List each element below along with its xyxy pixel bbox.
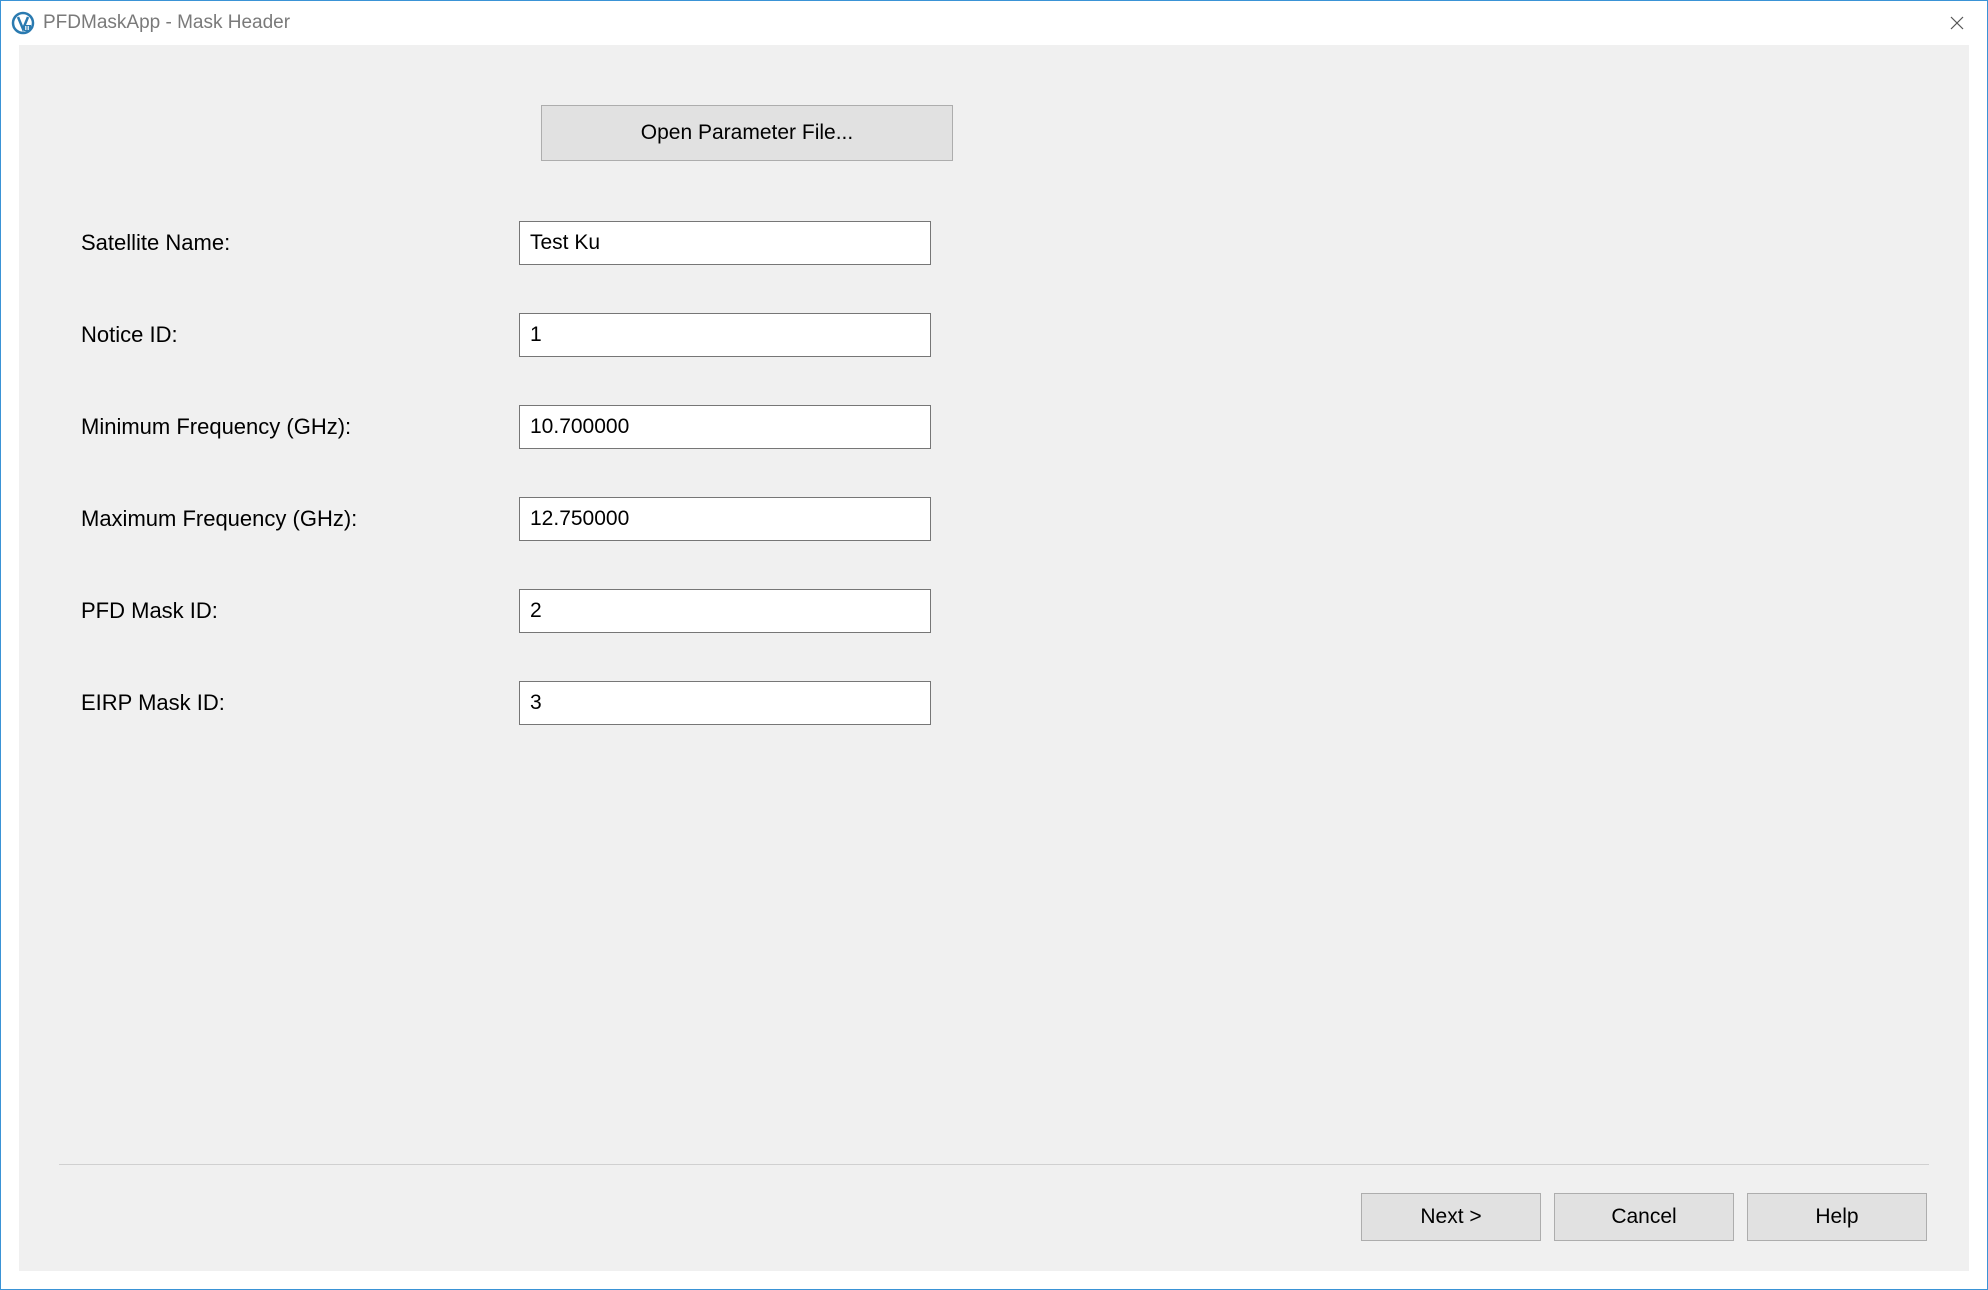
close-button[interactable] bbox=[1927, 1, 1987, 45]
input-satellite-name[interactable] bbox=[519, 221, 931, 265]
input-eirp-mask-id[interactable] bbox=[519, 681, 931, 725]
close-icon bbox=[1950, 16, 1964, 30]
row-notice-id: Notice ID: bbox=[59, 308, 1929, 362]
input-pfd-mask-id[interactable] bbox=[519, 589, 931, 633]
open-parameter-file-button[interactable]: Open Parameter File... bbox=[541, 105, 953, 161]
top-button-row: Open Parameter File... bbox=[541, 105, 1929, 161]
label-eirp-mask-id: EIRP Mask ID: bbox=[59, 690, 519, 716]
label-max-freq: Maximum Frequency (GHz): bbox=[59, 506, 519, 532]
label-min-freq: Minimum Frequency (GHz): bbox=[59, 414, 519, 440]
titlebar: PFDMaskApp - Mask Header bbox=[1, 1, 1987, 45]
divider bbox=[59, 1164, 1929, 1165]
app-window: PFDMaskApp - Mask Header Open Parameter … bbox=[0, 0, 1988, 1290]
button-bar: Next > Cancel Help bbox=[59, 1193, 1929, 1241]
label-pfd-mask-id: PFD Mask ID: bbox=[59, 598, 519, 624]
content-panel: Open Parameter File... Satellite Name: N… bbox=[19, 45, 1969, 1271]
row-pfd-mask-id: PFD Mask ID: bbox=[59, 584, 1929, 638]
input-notice-id[interactable] bbox=[519, 313, 931, 357]
row-max-freq: Maximum Frequency (GHz): bbox=[59, 492, 1929, 546]
label-notice-id: Notice ID: bbox=[59, 322, 519, 348]
next-button[interactable]: Next > bbox=[1361, 1193, 1541, 1241]
app-icon bbox=[11, 11, 35, 35]
cancel-button[interactable]: Cancel bbox=[1554, 1193, 1734, 1241]
form-area: Open Parameter File... Satellite Name: N… bbox=[59, 105, 1929, 1164]
window-title: PFDMaskApp - Mask Header bbox=[43, 12, 290, 34]
input-min-freq[interactable] bbox=[519, 405, 931, 449]
label-satellite-name: Satellite Name: bbox=[59, 230, 519, 256]
input-max-freq[interactable] bbox=[519, 497, 931, 541]
row-min-freq: Minimum Frequency (GHz): bbox=[59, 400, 1929, 454]
row-eirp-mask-id: EIRP Mask ID: bbox=[59, 676, 1929, 730]
help-button[interactable]: Help bbox=[1747, 1193, 1927, 1241]
row-satellite-name: Satellite Name: bbox=[59, 216, 1929, 270]
